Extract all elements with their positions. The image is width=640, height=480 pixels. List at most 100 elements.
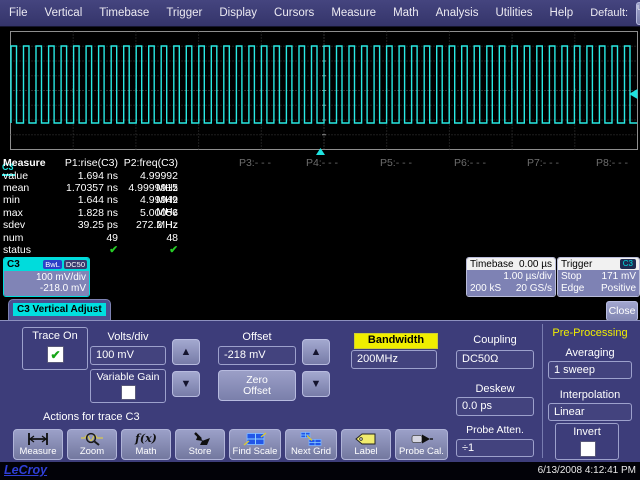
p6-header[interactable]: P6:- - -	[454, 157, 486, 169]
menu-vertical[interactable]: Vertical	[45, 7, 83, 19]
probe-cal-icon	[410, 431, 434, 447]
p1-value: 39.25 ps	[40, 219, 118, 231]
action-label-button[interactable]: Label	[341, 429, 391, 460]
volts-div-up-button[interactable]: ▲	[172, 339, 200, 365]
store-arrow-icon	[188, 431, 212, 447]
scope-graticule	[0, 28, 640, 156]
p5-header[interactable]: P5:- - -	[380, 157, 412, 169]
panel-divider	[542, 324, 543, 458]
p3-header[interactable]: P3:- - -	[239, 157, 271, 169]
row-label: sdev	[3, 219, 25, 231]
c3-channel-name: C3	[7, 259, 20, 270]
volts-div-field[interactable]: 100 mV	[90, 346, 166, 365]
action-label: Label	[354, 447, 377, 457]
p1-status-check-icon: ✔	[40, 244, 118, 256]
next-grid-icon	[299, 431, 323, 447]
trigger-mode: Stop	[561, 271, 582, 283]
close-button[interactable]: Close	[606, 301, 638, 321]
row-label: status	[3, 244, 31, 256]
action-label: Zoom	[80, 447, 104, 457]
preprocessing-title: Pre-Processing	[546, 327, 634, 339]
c3-descriptor-body: 100 mV/div -218.0 mV	[4, 271, 89, 297]
action-zoom-button[interactable]: Zoom	[67, 429, 117, 460]
offset-down-button[interactable]: ▼	[302, 371, 330, 397]
p1-value: 1.828 ns	[40, 207, 118, 219]
offset-field[interactable]: -218 mV	[218, 346, 296, 365]
zero-offset-button[interactable]: Zero Offset	[218, 370, 296, 401]
coupling-label: Coupling	[456, 334, 534, 346]
fx-math-icon: f(x)	[135, 431, 157, 447]
bandwidth-label[interactable]: Bandwidth	[354, 333, 438, 349]
table-row: mean 1.70357 ns 4.9999915 MHz	[0, 182, 640, 194]
averaging-label: Averaging	[548, 347, 632, 359]
p7-header[interactable]: P7:- - -	[527, 157, 559, 169]
invert-label: Invert	[555, 426, 619, 438]
trace-on-checkbox[interactable]: ✔	[47, 346, 64, 363]
action-next-grid-button[interactable]: Next Grid	[285, 429, 337, 460]
c3-volts-per-div: 100 mV/div	[4, 272, 86, 283]
action-label: Find Scale	[233, 447, 278, 457]
menu-math[interactable]: Math	[393, 7, 419, 19]
tab-c3-vertical-adjust[interactable]: C3 Vertical Adjust	[8, 299, 111, 320]
menu-display[interactable]: Display	[219, 7, 257, 19]
trigger-body: Stop 171 mV Edge Positive	[558, 270, 639, 297]
c3-offset: -218.0 mV	[4, 283, 86, 294]
measure-caliper-icon	[26, 431, 50, 447]
p2-header[interactable]: P2:freq(C3)	[122, 157, 178, 169]
action-store-button[interactable]: Store	[175, 429, 225, 460]
deskew-field[interactable]: 0.0 ps	[456, 397, 534, 416]
offset-up-button[interactable]: ▲	[302, 339, 330, 365]
deskew-label: Deskew	[456, 383, 534, 395]
down-arrow-icon: ▼	[181, 378, 192, 390]
find-scale-grid-icon	[243, 431, 267, 447]
bandwidth-field[interactable]: 200MHz	[351, 350, 437, 369]
timebase-header: Timebase 0.00 µs	[467, 258, 555, 270]
timebase-title: Timebase	[470, 259, 514, 270]
p1-value: 1.70357 ns	[40, 182, 118, 194]
tab-label: C3 Vertical Adjust	[13, 303, 106, 316]
variable-gain-label: Variable Gain	[90, 371, 166, 383]
table-row-status: status ✔ ✔	[0, 244, 640, 256]
menu-file[interactable]: File	[9, 7, 28, 19]
p1-header[interactable]: P1:rise(C3)	[40, 157, 118, 169]
menu-help[interactable]: Help	[550, 7, 574, 19]
interpolation-field[interactable]: Linear	[548, 403, 632, 421]
trigger-descriptor[interactable]: Trigger C3 Stop 171 mV Edge Positive	[557, 257, 640, 297]
menu-trigger[interactable]: Trigger	[166, 7, 202, 19]
action-measure-button[interactable]: Measure	[13, 429, 63, 460]
undo-button[interactable]: Undo ↶	[636, 2, 640, 25]
timebase-descriptor[interactable]: Timebase 0.00 µs 1.00 µs/div 200 kS 20 G…	[466, 257, 556, 297]
coupling-badge: DC50	[64, 260, 87, 269]
variable-gain-checkbox[interactable]	[121, 385, 136, 400]
p4-header[interactable]: P4:- - -	[306, 157, 338, 169]
action-find-scale-button[interactable]: Find Scale	[229, 429, 281, 460]
zoom-magnifier-icon	[80, 431, 104, 447]
invert-checkbox[interactable]	[580, 441, 596, 457]
bandwidth-limit-badge: BwL	[43, 260, 62, 269]
default-setup-label[interactable]: Default:	[590, 7, 628, 19]
action-math-button[interactable]: f(x) Math	[121, 429, 171, 460]
zero-offset-label: Zero Offset	[235, 375, 279, 397]
p1-value: 1.644 ns	[40, 194, 118, 206]
probe-atten-field[interactable]: ÷1	[456, 439, 534, 457]
measure-header-row: Measure P1:rise(C3) P2:freq(C3) P3:- - -…	[0, 157, 640, 169]
measure-table: Measure P1:rise(C3) P2:freq(C3) P3:- - -…	[0, 156, 640, 256]
c3-trace-descriptor[interactable]: C3 BwL DC50 100 mV/div -218.0 mV	[3, 257, 90, 297]
row-label: num	[3, 232, 23, 244]
oscilloscope-screen: File Vertical Timebase Trigger Display C…	[0, 0, 640, 480]
volts-div-down-button[interactable]: ▼	[172, 371, 200, 397]
p8-header[interactable]: P8:- - -	[596, 157, 628, 169]
menu-timebase[interactable]: Timebase	[99, 7, 149, 19]
trace-on-label: Trace On	[22, 330, 88, 342]
action-label: Math	[135, 447, 156, 457]
menu-analysis[interactable]: Analysis	[436, 7, 479, 19]
averaging-field[interactable]: 1 sweep	[548, 361, 632, 379]
action-probe-cal-button[interactable]: Probe Cal.	[395, 429, 448, 460]
row-label: mean	[3, 182, 29, 194]
menu-cursors[interactable]: Cursors	[274, 7, 314, 19]
menu-bar: File Vertical Timebase Trigger Display C…	[0, 0, 640, 27]
label-tag-icon	[354, 431, 378, 447]
coupling-field[interactable]: DC50Ω	[456, 350, 534, 369]
menu-utilities[interactable]: Utilities	[495, 7, 532, 19]
menu-measure[interactable]: Measure	[331, 7, 376, 19]
